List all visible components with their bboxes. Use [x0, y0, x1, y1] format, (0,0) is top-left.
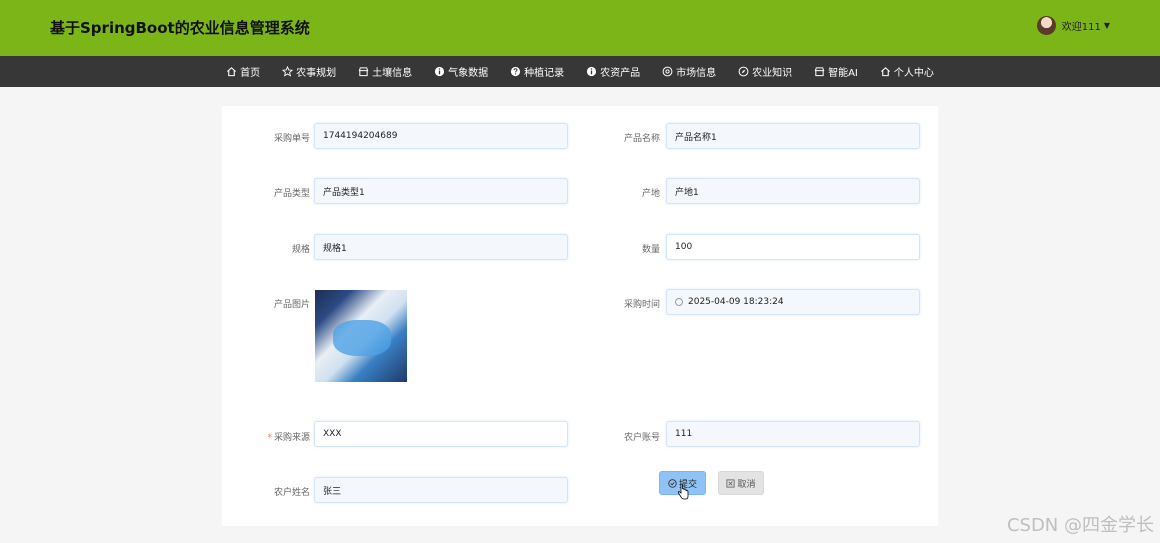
at-icon — [662, 66, 673, 77]
purchase-time-value: 2025-04-09 18:23:24 — [688, 297, 784, 307]
nav-item-market[interactable]: 市场信息 — [654, 56, 724, 87]
product-photo-detail — [333, 320, 391, 356]
nav-item-profile[interactable]: 个人中心 — [872, 56, 942, 87]
purchase-time-label: 采购时间 — [623, 300, 660, 310]
avatar[interactable] — [1036, 16, 1056, 35]
nav-item-ai[interactable]: 智能AI — [806, 56, 866, 87]
watermark: CSDN @四金学长 — [1006, 515, 1154, 536]
cancel-label: 取消 — [737, 479, 756, 490]
order-no-field[interactable]: 1744194204689 — [314, 123, 568, 149]
product-name-label: 产品名称 — [623, 134, 660, 144]
required-mark: * — [267, 433, 272, 443]
quantity-field[interactable]: 100 — [666, 234, 920, 260]
source-field[interactable]: XXX — [314, 421, 568, 447]
star-icon — [282, 66, 294, 77]
cancel-icon — [726, 478, 736, 488]
source-label-text: 采购来源 — [273, 433, 310, 443]
nav-item-home[interactable]: 首页 — [218, 56, 268, 87]
nav-label: 市场信息 — [676, 68, 717, 79]
origin-label: 产地 — [641, 189, 660, 199]
shop-icon — [814, 67, 825, 77]
farmer-account-field[interactable]: 111 — [666, 421, 920, 447]
shop-icon — [358, 67, 369, 77]
purchase-time-field[interactable]: 2025-04-09 18:23:24 — [666, 289, 920, 315]
hand-cursor-icon — [677, 484, 689, 500]
nav-item-knowledge[interactable]: 农业知识 — [730, 56, 800, 87]
product-type-field[interactable]: 产品类型1 — [314, 178, 568, 204]
product-image-label: 产品图片 — [273, 300, 310, 310]
home-icon — [227, 67, 237, 77]
user-greeting[interactable]: 欢迎111 — [1062, 18, 1101, 33]
nav-item-planting[interactable]: 种植记录 — [502, 56, 572, 87]
clock-icon — [675, 298, 683, 306]
nav-label: 种植记录 — [524, 68, 565, 79]
user-menu[interactable]: 欢迎111 ▼ — [1036, 16, 1110, 35]
source-label: * 采购来源 — [240, 430, 310, 443]
nav-label: 首页 — [240, 68, 261, 79]
compass-icon — [738, 66, 749, 77]
home-icon — [880, 67, 890, 77]
site-title: 基于SpringBoot的农业信息管理系统 — [50, 19, 310, 37]
check-circle-icon — [668, 478, 677, 488]
top-header: 基于SpringBoot的农业信息管理系统 欢迎111 ▼ — [0, 0, 1160, 56]
nav-label: 智能AI — [828, 68, 858, 79]
farmer-account-label: 农户账号 — [623, 433, 660, 443]
nav-label: 农事规划 — [296, 68, 337, 79]
spec-field[interactable]: 规格1 — [314, 234, 568, 260]
nav-item-products[interactable]: 农资产品 — [578, 56, 648, 87]
farmer-name-label: 农户姓名 — [273, 488, 310, 498]
nav-label: 气象数据 — [448, 68, 489, 79]
nav-item-soil[interactable]: 土壤信息 — [350, 56, 420, 87]
nav-label: 农业知识 — [752, 68, 793, 79]
nav-label: 个人中心 — [893, 68, 934, 79]
caret-down-icon[interactable]: ▼ — [1104, 21, 1110, 30]
product-name-field[interactable]: 产品名称1 — [666, 123, 920, 149]
info-icon — [587, 66, 597, 77]
farmer-name-field[interactable]: 张三 — [314, 477, 568, 503]
nav-label: 农资产品 — [600, 68, 641, 79]
quantity-label: 数量 — [641, 245, 660, 255]
origin-field[interactable]: 产地1 — [666, 178, 920, 204]
order-no-label: 采购单号 — [273, 134, 310, 144]
nav-item-weather[interactable]: 气象数据 — [426, 56, 496, 87]
nav-label: 土壤信息 — [372, 68, 413, 79]
product-image[interactable] — [315, 290, 407, 382]
product-type-label: 产品类型 — [273, 189, 310, 199]
main-nav: 首页 农事规划 土壤信息 气象数据 种植记录 农资产品 市场信息 农业知识 智能… — [0, 56, 1160, 87]
question-icon — [511, 66, 521, 77]
nav-item-planning[interactable]: 农事规划 — [274, 56, 344, 87]
info-icon — [435, 66, 445, 77]
spec-label: 规格 — [291, 245, 310, 255]
cancel-button[interactable]: 取消 — [718, 471, 764, 495]
